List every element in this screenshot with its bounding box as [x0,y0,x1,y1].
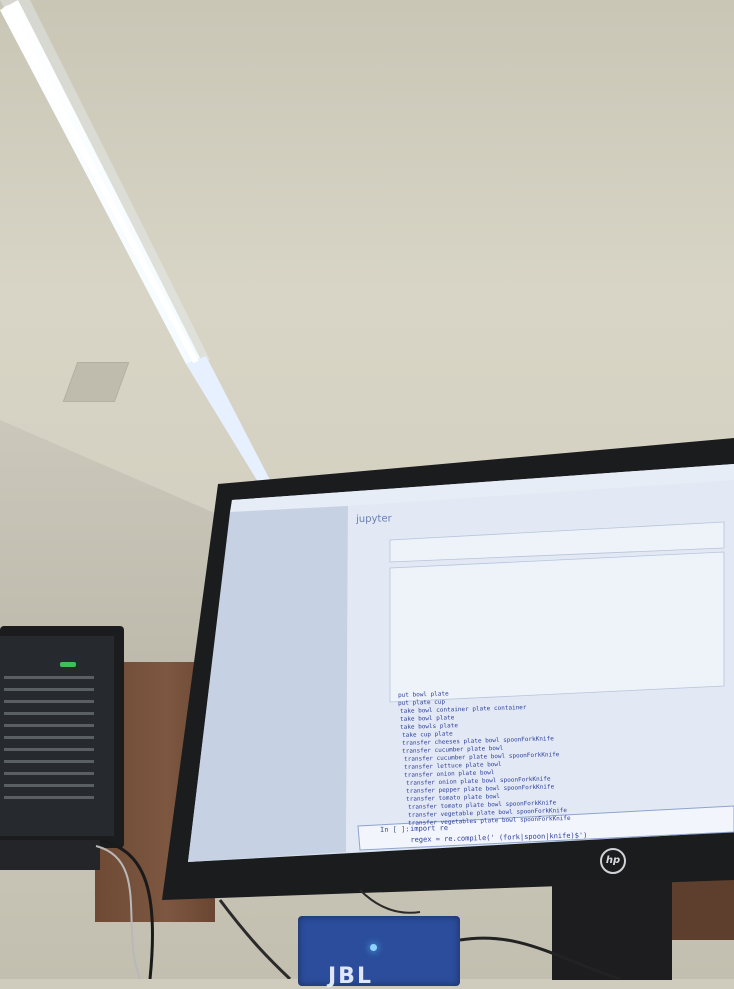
office-scene: jupyter put bowl plate put plate cup tak… [0,0,734,989]
power-led [370,944,377,951]
cables [95,838,621,979]
bluetooth-speaker: JBL [298,916,460,989]
speaker-brand-label: JBL [328,964,373,989]
